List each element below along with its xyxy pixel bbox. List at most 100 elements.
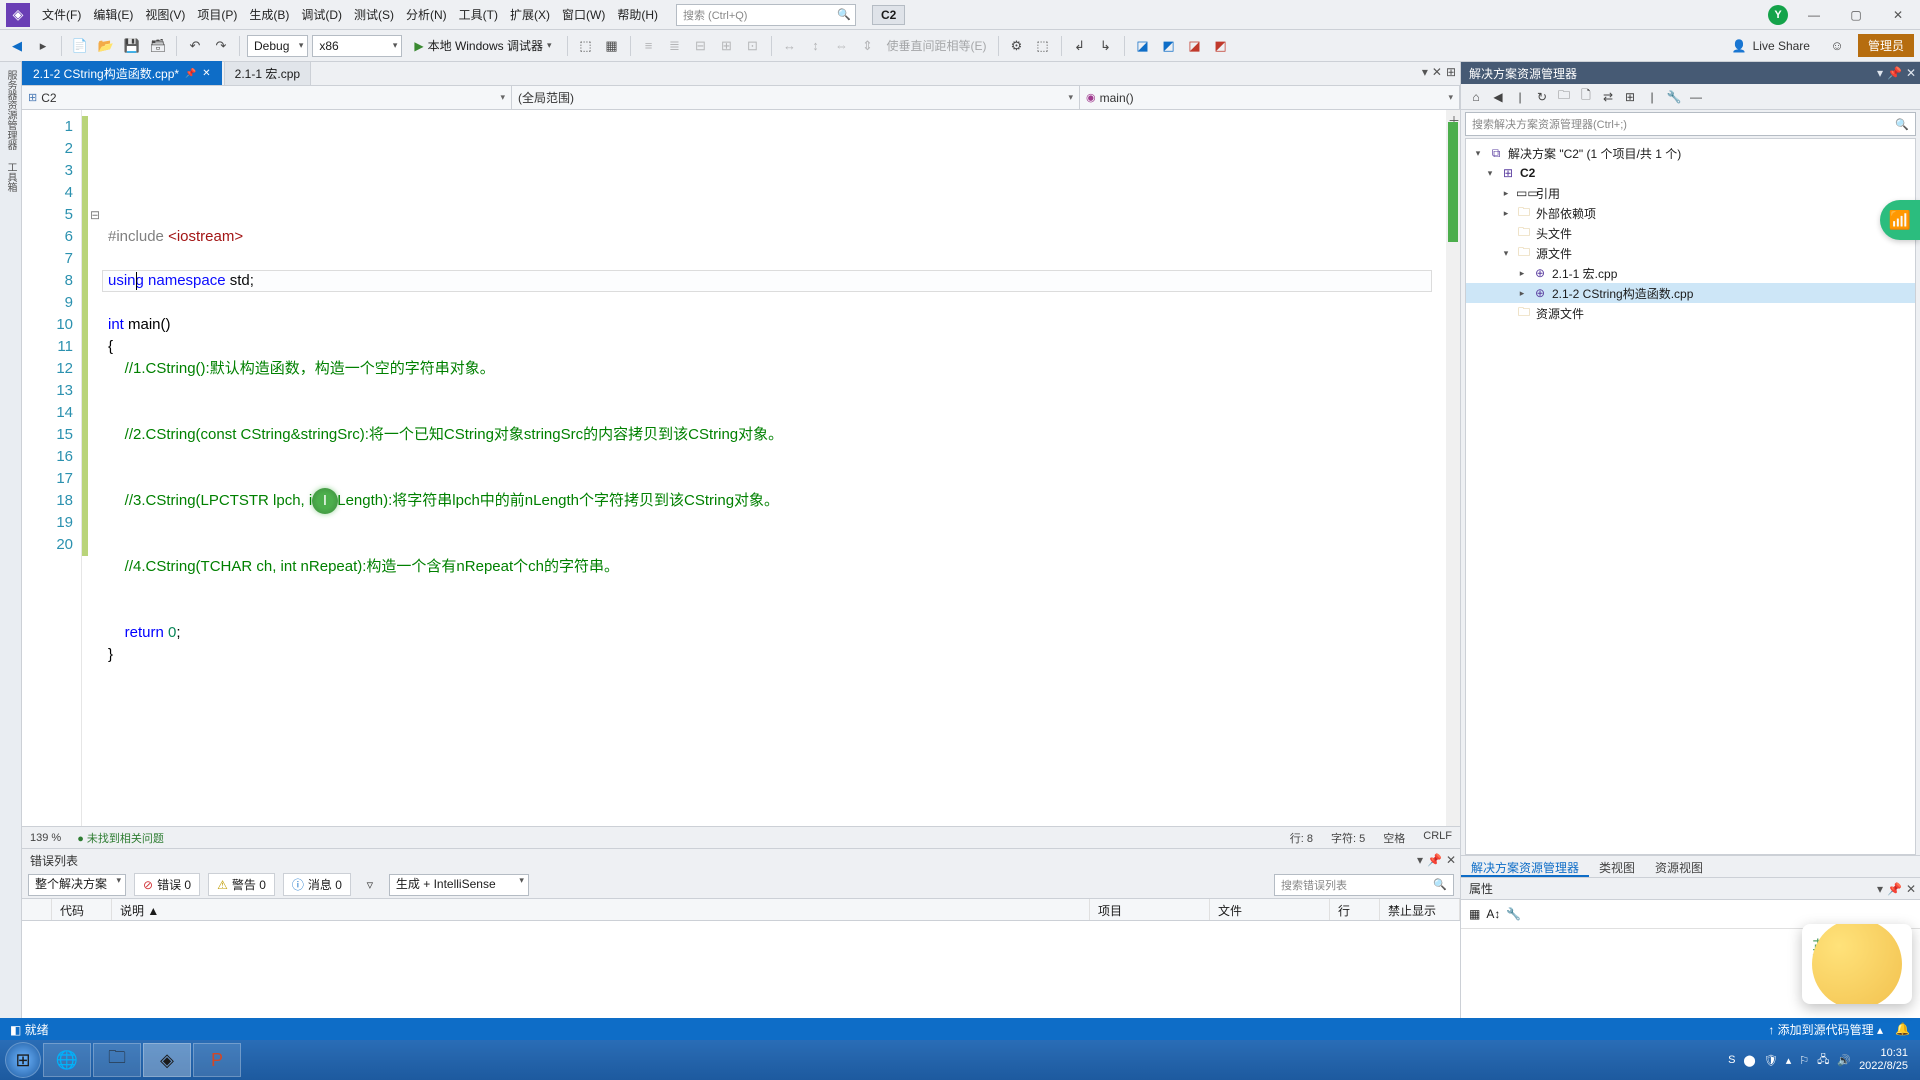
user-avatar[interactable]: Y	[1768, 5, 1788, 25]
solution-root[interactable]: 解决方案 "C2" (1 个项目/共 1 个)	[1508, 145, 1681, 162]
dropdown-icon[interactable]: ▾	[1417, 853, 1423, 867]
close-icon[interactable]: ✕	[1906, 66, 1916, 80]
build-filter-dropdown[interactable]: 生成 + IntelliSense	[389, 874, 529, 896]
volume-icon[interactable]: 🔊	[1837, 1054, 1851, 1067]
sources-node[interactable]: 源文件	[1536, 245, 1572, 262]
menu-item[interactable]: 文件(F)	[36, 2, 87, 27]
dropdown-icon[interactable]: ▾	[1877, 882, 1883, 896]
menu-item[interactable]: 视图(V)	[139, 2, 191, 27]
tab-close-all-icon[interactable]: ✕	[1432, 65, 1442, 79]
tool-icon[interactable]: —	[1687, 90, 1705, 104]
dropdown-icon[interactable]: ▾	[1877, 66, 1883, 80]
headers-node[interactable]: 头文件	[1536, 225, 1572, 242]
panel-tab[interactable]: 资源视图	[1645, 856, 1713, 877]
error-search-input[interactable]: 搜索错误列表🔍	[1274, 874, 1454, 896]
pin-icon[interactable]: 📌	[1887, 66, 1902, 80]
nav-back-icon[interactable]: ◀	[6, 35, 28, 57]
source-file-active[interactable]: 2.1-2 CString构造函数.cpp	[1552, 285, 1693, 302]
warnings-filter[interactable]: ⚠警告 0	[208, 873, 275, 896]
feedback-icon[interactable]: ☺	[1826, 35, 1848, 57]
fold-column[interactable]: ⊟	[88, 110, 102, 826]
menu-item[interactable]: 分析(N)	[400, 2, 453, 27]
error-columns[interactable]: 代码说明 ▲项目文件行禁止显示	[22, 899, 1460, 921]
bookmark-icon[interactable]: ◩	[1210, 35, 1232, 57]
menu-item[interactable]: 扩展(X)	[504, 2, 556, 27]
tab-split-icon[interactable]: ⊞	[1446, 65, 1456, 79]
overview-ruler[interactable]: ＋	[1446, 110, 1460, 826]
save-icon[interactable]: 💾	[121, 35, 143, 57]
bookmark-icon[interactable]: ◩	[1158, 35, 1180, 57]
global-search-input[interactable]: 搜索 (Ctrl+Q) 🔍	[676, 4, 856, 26]
toolbox-rail[interactable]: 工具箱	[3, 162, 18, 192]
liveshare-button[interactable]: 👤 Live Share	[1722, 36, 1820, 56]
sync-icon[interactable]: ↻	[1533, 90, 1551, 104]
menu-item[interactable]: 窗口(W)	[556, 2, 611, 27]
taskbar-vs[interactable]: ◈	[143, 1043, 191, 1077]
solution-search-input[interactable]: 搜索解决方案资源管理器(Ctrl+;)🔍	[1465, 112, 1916, 136]
tray-icon[interactable]: ⬤	[1743, 1054, 1755, 1067]
platform-dropdown[interactable]: x86	[312, 35, 402, 57]
code-area[interactable]: I #include <iostream> using namespace st…	[102, 110, 1446, 826]
taskbar-chrome[interactable]: 🌐	[43, 1043, 91, 1077]
save-all-icon[interactable]: 🗃	[147, 35, 169, 57]
zoom-combo[interactable]: 139 %	[30, 832, 61, 844]
nav-member-dropdown[interactable]: ◉main()	[1080, 86, 1460, 109]
error-scope-dropdown[interactable]: 整个解决方案	[28, 874, 126, 896]
menu-item[interactable]: 工具(T)	[453, 2, 504, 27]
filter-icon[interactable]: ▿	[359, 874, 381, 896]
source-control-button[interactable]: ↑ 添加到源代码管理 ▴	[1768, 1021, 1883, 1038]
line-indicator[interactable]: 行: 8	[1290, 830, 1313, 846]
ime-float-widget[interactable]: 英	[1802, 924, 1912, 1004]
pin-icon[interactable]: 📌	[1887, 882, 1902, 896]
pin-icon[interactable]: 📌	[185, 68, 196, 79]
tool-icon[interactable]: ⚙	[1006, 35, 1028, 57]
nav-fwd-icon[interactable]: ▸	[32, 35, 54, 57]
undo-icon[interactable]: ↶	[184, 35, 206, 57]
wifi-float-icon[interactable]: 📶	[1880, 200, 1920, 240]
issues-indicator[interactable]: ● 未找到相关问题	[77, 830, 164, 846]
home-icon[interactable]: ⌂	[1467, 90, 1485, 104]
external-deps-node[interactable]: 外部依赖项	[1536, 205, 1596, 222]
new-item-icon[interactable]: 📄	[69, 35, 91, 57]
col-indicator[interactable]: 字符: 5	[1331, 830, 1365, 846]
network-icon[interactable]: 🖧	[1817, 1051, 1829, 1070]
menu-item[interactable]: 调试(D)	[295, 2, 348, 27]
tool-icon[interactable]: ⬚	[575, 35, 597, 57]
tray-icon[interactable]: S	[1728, 1054, 1735, 1066]
nav-project-dropdown[interactable]: ⊞C2	[22, 86, 512, 109]
tab-overflow-icon[interactable]: ▾	[1422, 65, 1428, 79]
eol-indicator[interactable]: CRLF	[1423, 830, 1452, 846]
tray-icon[interactable]: ⚐	[1799, 1054, 1809, 1067]
resources-node[interactable]: 资源文件	[1536, 305, 1584, 322]
solution-bottom-tabs[interactable]: 解决方案资源管理器类视图资源视图	[1461, 855, 1920, 877]
tool-icon[interactable]: ↲	[1069, 35, 1091, 57]
maximize-button[interactable]: ▢	[1840, 3, 1872, 27]
tray-up-icon[interactable]: ▴	[1786, 1054, 1792, 1067]
close-tab-icon[interactable]: ✕	[202, 68, 210, 79]
menu-item[interactable]: 编辑(E)	[87, 2, 139, 27]
tray-icon[interactable]: 🛡	[1764, 1054, 1778, 1067]
menu-item[interactable]: 测试(S)	[348, 2, 400, 27]
wrench-icon[interactable]: 🔧	[1506, 907, 1521, 921]
tool-icon[interactable]: ⬚	[1032, 35, 1054, 57]
menu-item[interactable]: 生成(B)	[243, 2, 295, 27]
references-node[interactable]: 引用	[1536, 185, 1560, 202]
panel-tab[interactable]: 解决方案资源管理器	[1461, 856, 1589, 877]
categorize-icon[interactable]: ▦	[1469, 907, 1480, 921]
code-editor[interactable]: 1234567891011121314151617181920 ⊟ I #inc…	[22, 110, 1460, 826]
messages-filter[interactable]: ⓘ消息 0	[283, 873, 351, 896]
server-explorer-rail[interactable]: 服务器资源管理器	[3, 70, 18, 150]
back-icon[interactable]: ◀	[1489, 90, 1507, 104]
taskbar-clock[interactable]: 10:312022/8/25	[1859, 1047, 1908, 1073]
open-icon[interactable]: 📂	[95, 35, 117, 57]
minimize-button[interactable]: —	[1798, 3, 1830, 27]
run-button[interactable]: ▶本地 Windows 调试器▾	[406, 35, 559, 57]
redo-icon[interactable]: ↷	[210, 35, 232, 57]
project-node[interactable]: C2	[1520, 166, 1535, 180]
tab-inactive[interactable]: 2.1-1 宏.cpp	[224, 61, 311, 85]
source-file[interactable]: 2.1-1 宏.cpp	[1552, 265, 1617, 282]
bookmark-icon[interactable]: ◪	[1184, 35, 1206, 57]
tool-icon[interactable]: ↳	[1095, 35, 1117, 57]
panel-tab[interactable]: 类视图	[1589, 856, 1645, 877]
nav-scope-dropdown[interactable]: (全局范围)	[512, 86, 1080, 109]
